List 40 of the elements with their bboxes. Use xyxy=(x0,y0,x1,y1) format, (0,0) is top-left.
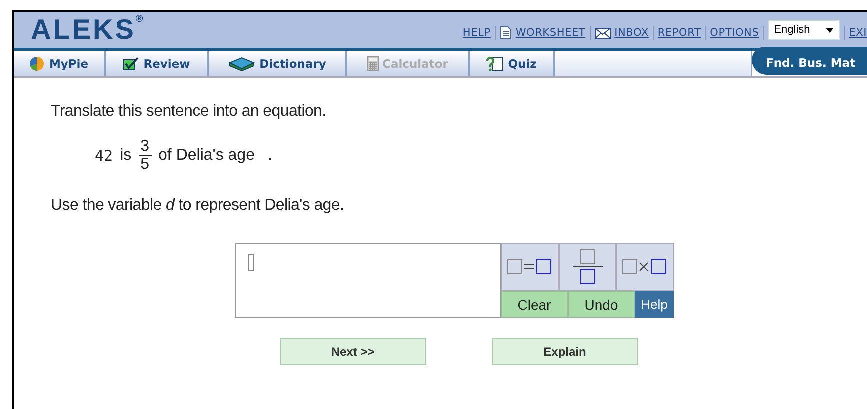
header-link[interactable]: INBOX xyxy=(614,27,649,39)
aleks-logo: ALEKS$^{®}$ xyxy=(31,14,144,46)
exit-link[interactable]: EXI xyxy=(849,27,867,39)
verb-text: is xyxy=(120,146,132,164)
input-cursor-icon xyxy=(248,254,254,271)
action-button[interactable]: Explain xyxy=(492,338,638,365)
multiplication-template-icon xyxy=(622,259,668,275)
answer-field[interactable] xyxy=(235,243,501,318)
template-button[interactable] xyxy=(558,243,616,291)
action-button[interactable]: Clear xyxy=(501,291,568,318)
template-button[interactable] xyxy=(501,243,559,291)
fraction: 3 5 xyxy=(138,138,152,173)
header-link[interactable]: WORKSHEET xyxy=(516,27,586,39)
fraction-template-icon xyxy=(572,249,604,285)
header-link[interactable]: OPTIONS xyxy=(710,27,760,39)
statement-text: of Delia's age xyxy=(158,146,255,164)
nav-tab[interactable]: Quiz xyxy=(470,51,555,76)
variable-note: Use the variable d to represent Delia's age. xyxy=(51,196,346,215)
envelope-icon[interactable] xyxy=(594,28,611,38)
template-button[interactable] xyxy=(616,243,674,291)
nav-tab[interactable]: Dictionary xyxy=(209,51,347,76)
language-select[interactable]: English xyxy=(768,20,840,40)
nav-tab[interactable]: Review xyxy=(106,51,209,76)
course-tab[interactable]: Fnd. Bus. Mat xyxy=(752,47,867,75)
number-text: 42 xyxy=(95,146,114,164)
calculator-icon xyxy=(366,56,379,71)
header-link[interactable]: HELP xyxy=(462,27,491,39)
pie-chart-icon xyxy=(29,56,46,72)
book-icon xyxy=(228,56,256,70)
checkbox-icon xyxy=(122,56,140,70)
nav-tab[interactable]: MyPie xyxy=(14,51,106,76)
header-link[interactable]: REPORT xyxy=(658,27,702,39)
instruction-text: Translate this sentence into an equation. xyxy=(51,102,328,121)
period-text: . xyxy=(268,146,272,164)
document-icon[interactable] xyxy=(500,26,512,40)
action-button[interactable]: Next >> xyxy=(280,338,426,365)
action-button[interactable]: Undo xyxy=(568,291,635,318)
equation-template-icon xyxy=(506,259,553,275)
action-button[interactable]: Help xyxy=(635,291,674,318)
quiz-icon xyxy=(486,56,504,72)
